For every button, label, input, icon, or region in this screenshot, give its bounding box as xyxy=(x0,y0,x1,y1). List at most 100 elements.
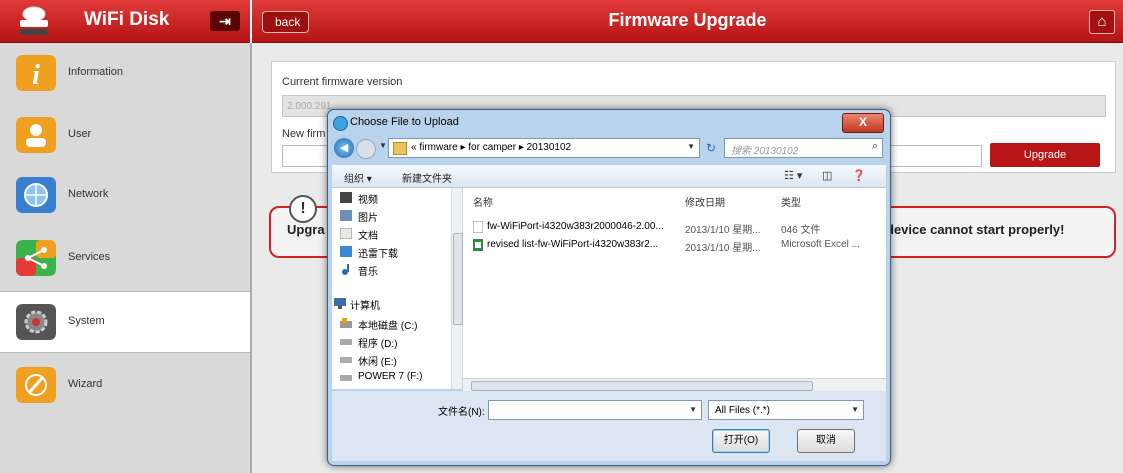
address-row: ◀ ▼ « firmware ▸ for camper ▸ 20130102 ▼… xyxy=(332,136,886,162)
close-button[interactable]: X xyxy=(842,113,884,133)
globe-icon xyxy=(16,177,56,213)
nav-item-drive-d[interactable]: 程序 (D:) xyxy=(358,335,397,350)
upgrade-button[interactable]: Upgrade xyxy=(990,143,1100,167)
home-button[interactable]: ⌂ xyxy=(1089,10,1115,34)
filename-input[interactable]: ▼ xyxy=(488,400,702,420)
file-list-scrollbar[interactable] xyxy=(463,378,886,391)
app-title: WiFi Disk xyxy=(84,9,170,30)
warning-icon: ! xyxy=(289,195,317,223)
file-list: 名称 修改日期 类型 fw-WiFiPort-i4320w383r2000046… xyxy=(463,188,886,389)
page-header: back Firmware Upgrade ⌂ xyxy=(252,0,1123,43)
back-arrow-icon[interactable]: ◀ xyxy=(334,138,354,158)
nav-item-drive-f[interactable]: POWER 7 (F:) xyxy=(358,371,422,382)
router-logo-icon xyxy=(20,6,48,35)
dialog-footer: 文件名(N): ▼ All Files (*.*) ▼ 打开(O) 取消 xyxy=(332,391,886,461)
app-header: WiFi Disk ⇥ xyxy=(0,0,250,43)
nav-item-drive-e[interactable]: 休闲 (E:) xyxy=(358,353,397,368)
nav-item-videos[interactable]: 视频 xyxy=(358,191,378,206)
column-header-type[interactable]: 类型 xyxy=(781,194,801,209)
file-type-select[interactable]: All Files (*.*) ▼ xyxy=(708,400,864,420)
dialog-toolbar: 组织 ▾ 新建文件夹 ☷ ▾ ◫ ❓ xyxy=(332,165,886,188)
sidebar-item-system[interactable]: System xyxy=(0,291,250,353)
forward-arrow-icon[interactable] xyxy=(356,139,376,159)
sidebar: i Information User Network Services Syst… xyxy=(0,43,252,473)
chevron-down-icon[interactable]: ▼ xyxy=(379,141,387,150)
sidebar-item-user[interactable]: User xyxy=(0,105,250,165)
file-date: 2013/1/10 星期... xyxy=(685,243,761,254)
computer-icon xyxy=(334,298,346,309)
file-icon xyxy=(473,221,483,233)
sidebar-item-label: System xyxy=(68,315,105,327)
browser-icon xyxy=(333,116,348,131)
drive-f-icon xyxy=(340,375,352,381)
nav-item-downloads[interactable]: 迅雷下载 xyxy=(358,245,398,260)
file-upload-dialog: Choose File to Upload X ◀ ▼ « firmware ▸… xyxy=(327,109,891,466)
column-header-name[interactable]: 名称 xyxy=(473,194,493,209)
home-icon: ⌂ xyxy=(1097,13,1107,30)
file-name: fw-WiFiPort-i4320w383r2000046-2.00... xyxy=(487,221,664,232)
refresh-icon[interactable]: ↻ xyxy=(701,138,721,158)
music-folder-icon xyxy=(342,264,349,275)
current-version-label: Current firmware version xyxy=(282,76,403,88)
file-type: Microsoft Excel ... xyxy=(781,239,860,250)
help-icon[interactable]: ❓ xyxy=(852,169,866,182)
search-placeholder: 搜索 20130102 xyxy=(731,146,799,157)
wand-icon xyxy=(16,367,56,403)
file-list-scroll-thumb[interactable] xyxy=(471,381,813,391)
chevron-down-icon[interactable]: ▼ xyxy=(689,405,697,414)
address-dropdown-icon[interactable]: ▼ xyxy=(687,142,695,151)
cancel-button[interactable]: 取消 xyxy=(797,429,855,453)
sidebar-item-network[interactable]: Network xyxy=(0,165,250,225)
search-input[interactable]: 搜索 20130102 ⌕ xyxy=(724,138,883,158)
address-bar[interactable]: « firmware ▸ for camper ▸ 20130102 ▼ xyxy=(388,138,700,158)
nav-item-drive-c[interactable]: 本地磁盘 (C:) xyxy=(358,317,417,332)
share-icon xyxy=(16,240,56,276)
column-header-date[interactable]: 修改日期 xyxy=(685,194,725,209)
path-overflow: « xyxy=(411,142,417,153)
organize-menu[interactable]: 组织 ▾ xyxy=(344,170,372,185)
preview-pane-icon[interactable]: ◫ xyxy=(822,169,832,182)
file-date: 2013/1/10 星期... xyxy=(685,225,761,236)
nav-item-documents[interactable]: 文档 xyxy=(358,227,378,242)
logout-button[interactable]: ⇥ xyxy=(210,11,240,31)
video-folder-icon xyxy=(340,192,352,203)
sidebar-item-services[interactable]: Services xyxy=(0,228,250,288)
warning-text-right: device cannot start properly! xyxy=(886,222,1065,237)
file-row[interactable]: fw-WiFiPort-i4320w383r2000046-2.00... 20… xyxy=(463,218,886,236)
warning-text-left: Upgra xyxy=(287,222,325,237)
drive-e-icon xyxy=(340,357,352,363)
documents-folder-icon xyxy=(340,228,352,239)
drive-c-icon xyxy=(340,318,352,328)
pictures-folder-icon xyxy=(340,210,352,221)
view-menu-icon[interactable]: ☷ ▾ xyxy=(784,169,802,182)
filename-label: 文件名(N): xyxy=(438,407,485,418)
sidebar-item-label: Wizard xyxy=(68,378,103,390)
dialog-title: Choose File to Upload xyxy=(350,116,459,128)
nav-scroll-thumb[interactable] xyxy=(453,233,463,325)
sidebar-item-label: Services xyxy=(68,251,111,263)
navigation-pane: 视频 图片 文档 迅雷下载 音乐 计算机 本地磁盘 (C:) 程序 (D:) 休… xyxy=(332,188,463,389)
gear-icon xyxy=(16,304,56,340)
sidebar-item-wizard[interactable]: Wizard xyxy=(0,355,250,415)
new-firmware-label: New firm xyxy=(282,128,326,140)
sidebar-item-label: Network xyxy=(68,188,109,200)
info-icon: i xyxy=(16,55,56,91)
folder-icon xyxy=(393,142,407,155)
drive-d-icon xyxy=(340,339,352,345)
search-icon: ⌕ xyxy=(871,140,878,152)
chevron-down-icon[interactable]: ▼ xyxy=(851,405,859,414)
file-row[interactable]: revised list-fw-WiFiPort-i4320w383r2... … xyxy=(463,236,886,254)
user-icon xyxy=(16,117,56,153)
nav-item-computer[interactable]: 计算机 xyxy=(350,297,380,312)
open-button[interactable]: 打开(O) xyxy=(712,429,770,453)
new-folder-button[interactable]: 新建文件夹 xyxy=(402,170,452,185)
nav-item-music[interactable]: 音乐 xyxy=(358,263,378,278)
nav-item-pictures[interactable]: 图片 xyxy=(358,209,378,224)
excel-file-icon xyxy=(473,239,483,251)
svg-text:i: i xyxy=(32,60,40,91)
nav-scrollbar[interactable] xyxy=(451,188,463,389)
download-folder-icon xyxy=(340,246,352,257)
path-text: firmware ▸ for camper ▸ 20130102 xyxy=(419,142,572,153)
sidebar-item-information[interactable]: i Information xyxy=(0,43,250,103)
file-type: 046 文件 xyxy=(781,225,821,236)
